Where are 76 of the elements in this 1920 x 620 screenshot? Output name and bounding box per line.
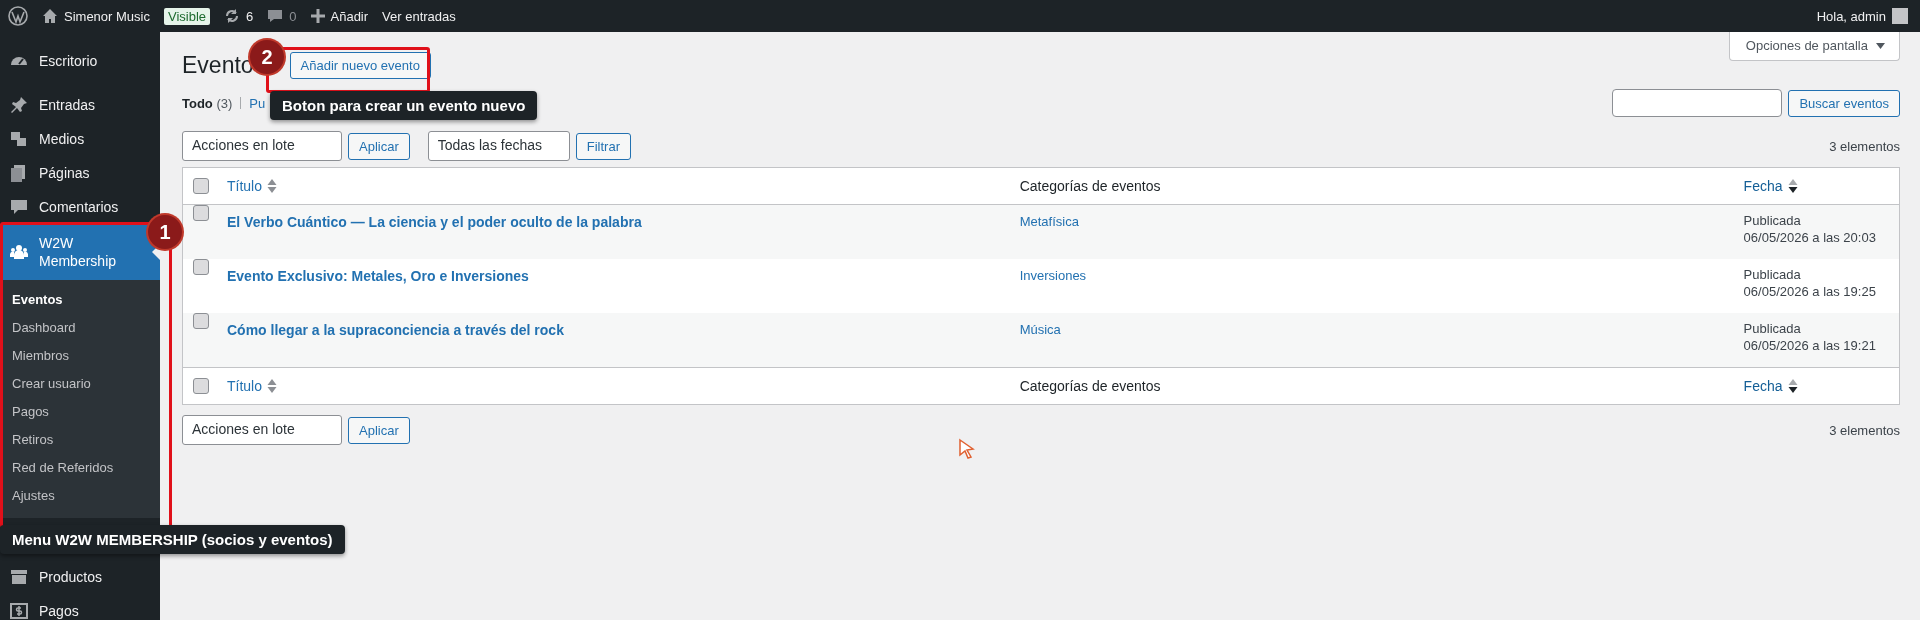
search-button[interactable]: Buscar eventos: [1788, 89, 1900, 117]
checkbox[interactable]: [193, 178, 209, 194]
visibility-badge: Visible: [163, 7, 211, 25]
date-filter-select[interactable]: Todas las fechas: [427, 131, 570, 161]
updates-count[interactable]: 6: [246, 8, 254, 24]
avatar-icon: [1892, 8, 1908, 24]
apply-button[interactable]: Aplicar: [348, 416, 410, 444]
status-text: Publicada: [1743, 320, 1802, 338]
greeting-link[interactable]: Hola, admin: [1816, 8, 1886, 24]
checkbox[interactable]: [193, 205, 209, 221]
screen-options-button[interactable]: Opciones de pantalla: [1728, 32, 1900, 61]
refresh-icon: [224, 8, 241, 24]
add-new-link[interactable]: Añadir: [330, 8, 369, 24]
date-text: 06/05/2026 a las 20:03: [1743, 229, 1877, 247]
column-header-link[interactable]: Título: [227, 178, 262, 194]
sidebar-item[interactable]: Escritorio: [0, 44, 160, 78]
speech-bubble-icon: [9, 197, 29, 217]
submenu-item[interactable]: Ajustes: [0, 482, 160, 510]
column-header-link[interactable]: Fecha: [1743, 378, 1783, 394]
status-text: Publicada: [1743, 212, 1802, 230]
event-title-link[interactable]: El Verbo Cuántico — La ciencia y el poder oculto de la palabra: [227, 214, 642, 230]
callout-tooltip: Menu W2W MEMBERSHIP (socios y eventos): [0, 525, 345, 554]
wordpress-logo[interactable]: [8, 6, 28, 26]
filter-button[interactable]: Filtrar: [575, 132, 631, 160]
sidebar-item[interactable]: Páginas: [0, 156, 160, 190]
dollar-icon: [9, 601, 29, 620]
column-header: Categorías de eventos: [1019, 178, 1161, 194]
view-posts-link[interactable]: Ver entradas: [382, 8, 456, 24]
submenu-item[interactable]: Miembros: [0, 342, 160, 370]
submenu-item[interactable]: Red de Referidos: [0, 454, 160, 482]
comment-icon: [267, 8, 284, 24]
pointer-icon: [958, 438, 976, 460]
comments-count[interactable]: 0: [289, 8, 297, 24]
callout-tooltip: Boton para crear un evento nuevo: [270, 91, 538, 120]
item-count: 3 elementos: [1829, 422, 1900, 438]
event-title-link[interactable]: Cómo llegar a la supraconciencia a través del rock: [227, 322, 564, 338]
bulk-actions-select[interactable]: Acciones en lote: [182, 415, 342, 445]
view-filter-link[interactable]: Pu: [249, 95, 266, 111]
plus-icon: [310, 9, 325, 23]
submenu-item[interactable]: Crear usuario: [0, 370, 160, 398]
checkbox[interactable]: [193, 313, 209, 329]
apply-button[interactable]: Aplicar: [348, 132, 410, 160]
search-field[interactable]: [1612, 89, 1783, 117]
people-icon: [9, 242, 29, 262]
add-event-button[interactable]: Añadir nuevo evento: [289, 52, 431, 79]
site-name-link[interactable]: Simenor Music: [64, 8, 150, 24]
submenu-item[interactable]: Retiros: [0, 426, 160, 454]
submenu-item[interactable]: Dashboard: [0, 314, 160, 342]
caret-icon: [1876, 42, 1885, 49]
sidebar-item[interactable]: Productos: [0, 560, 160, 594]
date-text: 06/05/2026 a las 19:25: [1743, 283, 1877, 301]
checkbox[interactable]: [193, 378, 209, 394]
step-badge: 1: [148, 215, 182, 249]
pin-icon: [9, 95, 29, 115]
event-title-link[interactable]: Evento Exclusivo: Metales, Oro e Inversiones: [227, 268, 529, 284]
category-link[interactable]: Música: [1019, 322, 1061, 337]
status-text: Publicada: [1743, 266, 1802, 284]
archive-icon: [9, 567, 29, 587]
date-text: 06/05/2026 a las 19:21: [1743, 337, 1877, 355]
sidebar-item[interactable]: Entradas: [0, 88, 160, 122]
media-icon: [9, 129, 29, 149]
item-count: 3 elementos: [1829, 138, 1900, 154]
view-filter-link[interactable]: Todo (3): [182, 95, 233, 111]
category-link[interactable]: Metafísica: [1019, 214, 1079, 229]
column-header-link[interactable]: Fecha: [1743, 178, 1783, 194]
checkbox[interactable]: [193, 259, 209, 275]
submenu-item[interactable]: Eventos: [0, 286, 160, 314]
sidebar-item[interactable]: Pagos: [0, 594, 160, 620]
category-link[interactable]: Inversiones: [1019, 268, 1087, 283]
column-header-link[interactable]: Título: [227, 378, 262, 394]
bulk-actions-select[interactable]: Acciones en lote: [182, 131, 342, 161]
submenu-item[interactable]: Pagos: [0, 398, 160, 426]
home-icon: [42, 8, 58, 24]
sidebar-item[interactable]: Medios: [0, 122, 160, 156]
sidebar-item[interactable]: W2W Membership: [0, 224, 160, 280]
column-header: Categorías de eventos: [1019, 378, 1161, 394]
